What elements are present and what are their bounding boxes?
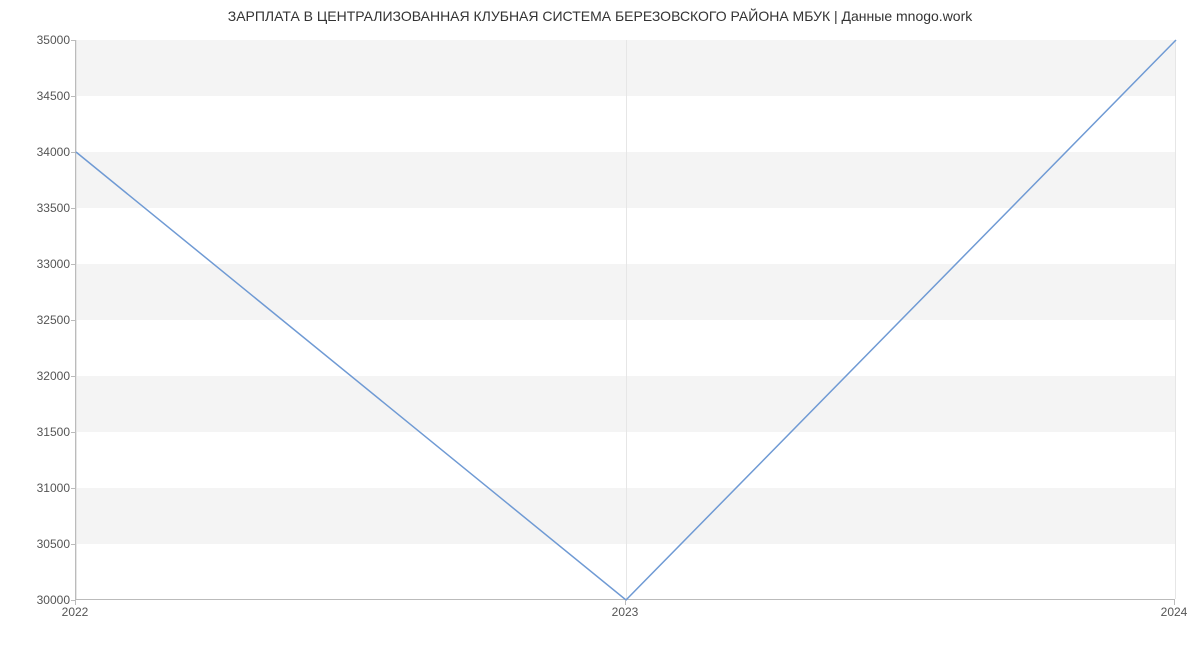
x-tick-label: 2024 [1161, 605, 1188, 619]
x-tick-label: 2023 [612, 605, 639, 619]
plot-area [75, 40, 1175, 600]
line-series [76, 40, 1176, 600]
y-tick-label: 33000 [20, 257, 70, 271]
x-tick-label: 2022 [62, 605, 89, 619]
y-tick-label: 34000 [20, 145, 70, 159]
data-line [76, 40, 1176, 600]
y-tick-label: 31500 [20, 425, 70, 439]
y-tick-label: 32500 [20, 313, 70, 327]
y-tick-label: 32000 [20, 369, 70, 383]
y-tick-label: 31000 [20, 481, 70, 495]
chart-title: ЗАРПЛАТА В ЦЕНТРАЛИЗОВАННАЯ КЛУБНАЯ СИСТ… [0, 0, 1200, 28]
chart-area: 35000 34500 34000 33500 33000 32500 3200… [75, 40, 1175, 600]
y-tick-label: 33500 [20, 201, 70, 215]
y-tick-label: 35000 [20, 33, 70, 47]
y-tick-label: 34500 [20, 89, 70, 103]
y-tick-label: 30500 [20, 537, 70, 551]
